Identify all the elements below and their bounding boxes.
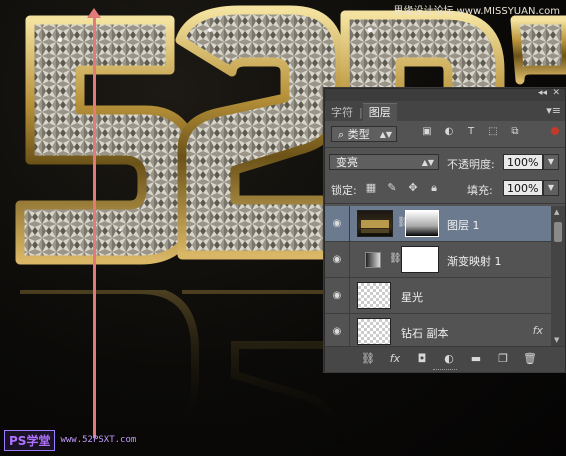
footer-icons: ⛓︎ fx ◘ ◐ ▬ ❐ 🗑︎	[361, 352, 537, 366]
lock-all-icon[interactable]: 🔒︎	[428, 182, 440, 194]
scroll-up-icon[interactable]: ▲	[554, 208, 559, 216]
layer-style-icon[interactable]: fx	[388, 352, 402, 366]
filter-row: ⌕ 类型 ▲▼ ▣ ◐ T ⬚ ⧉	[325, 123, 565, 145]
filter-kind-label: 类型	[347, 128, 370, 141]
watermark-top: 思缘设计论坛 www.MISSYUAN.com	[393, 6, 560, 17]
lock-move-icon[interactable]: ✥	[407, 182, 419, 194]
ruler-guide-line[interactable]	[93, 12, 96, 438]
layer-row[interactable]: ◉ 星光	[325, 278, 551, 314]
layer-thumbnail[interactable]	[357, 318, 391, 345]
stepper-arrows-icon: ▲▼	[421, 158, 434, 167]
new-group-icon[interactable]: ▬	[469, 352, 483, 366]
lock-transparent-icon[interactable]: ▦	[365, 182, 377, 194]
layer-mask-thumbnail[interactable]	[401, 246, 439, 273]
divider	[325, 203, 565, 204]
add-mask-icon[interactable]: ◘	[415, 352, 429, 366]
stepper-arrows-icon: ▲▼	[379, 130, 392, 139]
layer-name[interactable]: 星光	[401, 289, 423, 305]
lock-paint-icon[interactable]: ✎	[386, 182, 398, 194]
panel-menu-icon[interactable]: ▾≡	[546, 104, 561, 117]
logo-url: www.52PSXT.com	[60, 435, 137, 445]
layer-name[interactable]: 钻石 副本	[401, 325, 449, 341]
thumbnail-art	[361, 220, 389, 233]
blend-mode-select[interactable]: 变亮 ▲▼	[329, 154, 439, 170]
opacity-label: 不透明度:	[447, 158, 495, 171]
filter-toggle-icon[interactable]	[551, 127, 559, 135]
divider	[349, 242, 350, 278]
guide-arrow-icon	[87, 8, 101, 18]
layer-row[interactable]: ◉ 钻石 副本 fx	[325, 314, 551, 346]
layer-thumbnail[interactable]	[357, 282, 391, 309]
divider	[349, 206, 350, 242]
new-layer-icon[interactable]: ❐	[496, 352, 510, 366]
watermark-logo: PS学堂 www.52PSXT.com	[4, 429, 137, 451]
layer-name[interactable]: 图层 1	[447, 217, 480, 233]
resize-grip[interactable]	[433, 369, 457, 372]
divider	[349, 314, 350, 346]
filter-icons: ▣ ◐ T ⬚ ⧉	[421, 125, 521, 137]
eye-icon[interactable]: ◉	[331, 290, 343, 302]
layer-name[interactable]: 渐变映射 1	[447, 253, 502, 269]
opacity-input[interactable]: 100%	[503, 154, 543, 170]
opacity-dropdown-icon[interactable]: ▼	[543, 154, 559, 170]
smart-object-filter-icon[interactable]: ⧉	[509, 125, 521, 137]
close-icon[interactable]: ✕	[552, 88, 560, 98]
link-chain-icon[interactable]: ⛓︎	[389, 253, 402, 264]
layer-row[interactable]: ◉ ⛓︎ 图层 1	[325, 206, 551, 242]
fill-label: 填充:	[467, 184, 493, 197]
search-icon: ⌕	[338, 128, 348, 141]
logo-ps: PS学堂	[4, 429, 56, 451]
type-filter-icon[interactable]: T	[465, 125, 477, 137]
scrollbar-thumb[interactable]	[554, 222, 562, 242]
digit-2-shape	[175, 5, 345, 260]
letter-s-shape	[510, 15, 566, 85]
panel-titlebar[interactable]: ◂◂ ✕	[325, 88, 565, 101]
divider	[349, 278, 350, 314]
panel-tabs: 字符 | 图层 ▾≡	[325, 101, 565, 121]
eye-icon[interactable]: ◉	[331, 326, 343, 338]
layers-list: ◉ ⛓︎ 图层 1 ◉ ⛓︎ 渐变映射 1 ◉ 星光 ◉ 钻石 副本 fx	[325, 206, 551, 346]
lock-row: 锁定: ▦ ✎ ✥ 🔒︎ 填充: 100% ▼	[325, 177, 565, 199]
lock-icons: ▦ ✎ ✥ 🔒︎	[365, 182, 440, 194]
delete-layer-icon[interactable]: 🗑︎	[523, 352, 537, 366]
scroll-down-icon[interactable]: ▼	[554, 336, 559, 344]
filter-kind-select[interactable]: ⌕ 类型 ▲▼	[331, 126, 397, 142]
lock-label: 锁定:	[331, 184, 357, 197]
fill-dropdown-icon[interactable]: ▼	[543, 180, 559, 196]
fill-input[interactable]: 100%	[503, 180, 543, 196]
adjustment-layer-icon[interactable]: ◐	[442, 352, 456, 366]
blend-mode-label: 变亮	[336, 156, 358, 169]
layer-mask-thumbnail[interactable]	[405, 210, 439, 237]
layers-scrollbar[interactable]: ▲ ▼	[551, 206, 565, 346]
blend-row: 变亮 ▲▼ 不透明度: 100% ▼	[325, 151, 565, 173]
eye-icon[interactable]: ◉	[331, 254, 343, 266]
tab-character[interactable]: 字符	[325, 104, 359, 121]
pixel-filter-icon[interactable]: ▣	[421, 125, 433, 137]
fx-icon[interactable]: fx	[533, 324, 543, 337]
gradient-map-icon[interactable]	[365, 252, 381, 268]
adjustment-filter-icon[interactable]: ◐	[443, 125, 455, 137]
link-layers-icon[interactable]: ⛓︎	[361, 352, 375, 366]
layer-row[interactable]: ◉ ⛓︎ 渐变映射 1	[325, 242, 551, 278]
collapse-icon[interactable]: ◂◂	[538, 88, 547, 98]
shape-filter-icon[interactable]: ⬚	[487, 125, 499, 137]
eye-icon[interactable]: ◉	[331, 218, 343, 230]
digit-5-shape	[15, 15, 200, 265]
divider	[325, 147, 565, 148]
layer-thumbnail[interactable]	[357, 210, 393, 237]
tab-layers[interactable]: 图层	[362, 103, 397, 121]
layers-panel: ◂◂ ✕ 字符 | 图层 ▾≡ ⌕ 类型 ▲▼ ▣ ◐ T ⬚ ⧉ 变亮 ▲▼ …	[324, 88, 566, 372]
